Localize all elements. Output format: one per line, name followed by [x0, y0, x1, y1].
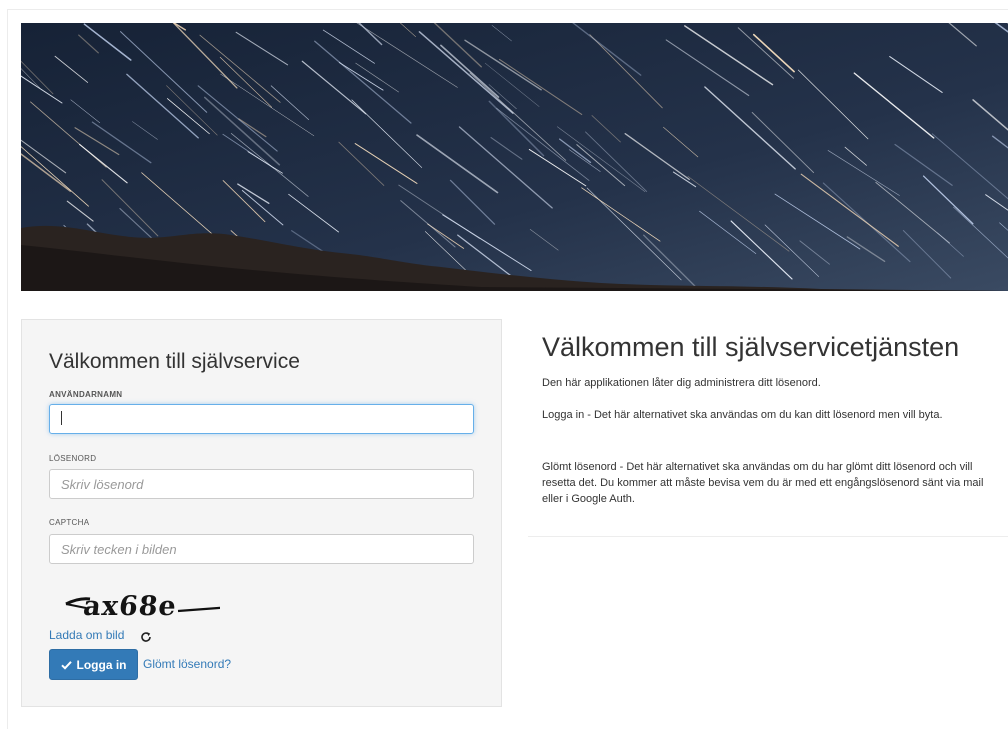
info-title: Välkommen till självservicetjänsten — [542, 332, 960, 362]
captcha-label: CAPTCHA — [49, 518, 90, 527]
text-caret — [61, 411, 62, 425]
password-input[interactable] — [49, 469, 474, 499]
captcha-image: ax68e — [65, 591, 220, 622]
info-paragraph-forgot: Glömt lösenord - Det här alternativet sk… — [542, 461, 984, 505]
login-button-label: Logga in — [76, 657, 127, 672]
refresh-icon[interactable] — [140, 631, 152, 643]
info-paragraph-intro: Den här applikationen låter dig administ… — [542, 377, 821, 389]
login-button[interactable]: Logga in — [49, 649, 138, 680]
login-panel: Välkommen till självservice ANVÄNDARNAMN… — [21, 319, 502, 707]
password-label: LÖSENORD — [49, 454, 97, 463]
captcha-input[interactable] — [49, 534, 474, 564]
login-title: Välkommen till självservice — [49, 350, 300, 373]
username-label: ANVÄNDARNAMN — [49, 390, 123, 399]
username-input[interactable] — [49, 404, 474, 434]
info-paragraph-login: Logga in - Det här alternativet ska anvä… — [542, 409, 943, 421]
hero-banner — [21, 23, 1008, 291]
check-icon — [60, 660, 72, 670]
star-trails-image — [21, 23, 1008, 291]
reload-captcha-link[interactable]: Ladda om bild — [49, 628, 124, 642]
captcha-text: ax68e — [82, 591, 179, 622]
forgot-password-link[interactable]: Glömt lösenord? — [143, 657, 231, 671]
info-panel: Välkommen till självservicetjänsten Den … — [528, 319, 1008, 537]
